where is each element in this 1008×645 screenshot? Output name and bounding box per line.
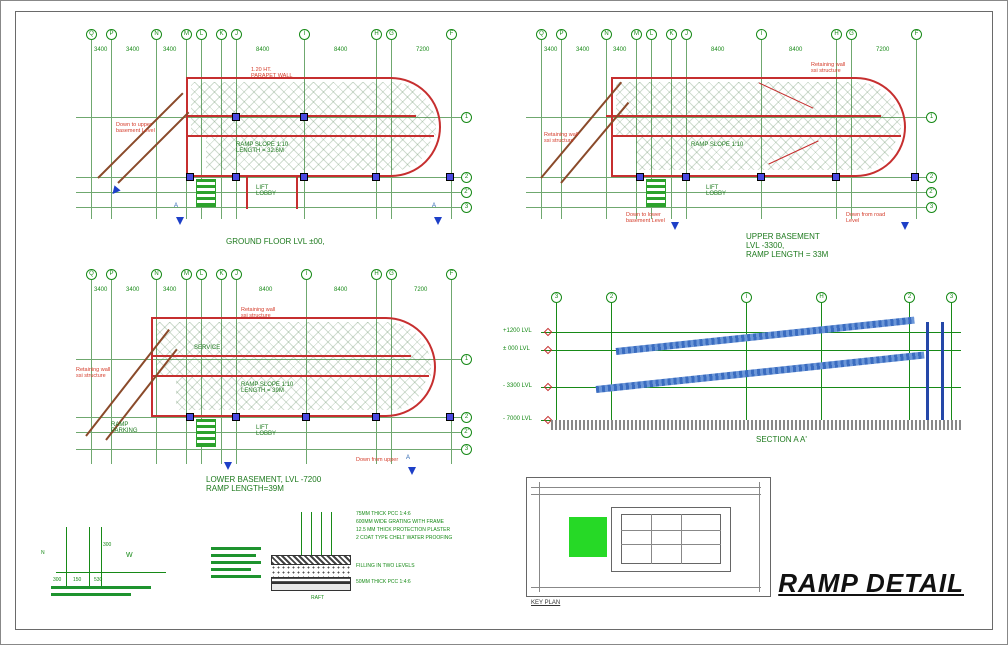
grid-bubble: G — [386, 29, 397, 40]
room-lift-lobby: LIFT LOBBY — [706, 185, 726, 197]
level-label: +1200 LVL — [503, 328, 532, 334]
plan-ground-floor: Q P N M L K J I H G F 3400 3400 3400 840… — [56, 27, 476, 257]
grid-bubble: L — [196, 29, 207, 40]
detail-label: 12.5 MM THICK PROTECTION PLASTER — [356, 527, 450, 533]
drawing-sheet: Q P N M L K J I H G F 3400 3400 3400 840… — [15, 11, 993, 630]
plan-upper-basement: Q P N M L K J I H G F 3400 3400 3400 840… — [506, 27, 946, 257]
north-arrow: N — [41, 550, 45, 556]
sheet-title: RAMP DETAIL — [778, 568, 964, 599]
detail-label: 2 COAT TYPE CHELT WATER PROOFING — [356, 535, 452, 541]
detail-label: FILLING IN TWO LEVELS — [356, 563, 415, 569]
dim: 3400 — [163, 47, 176, 53]
note-retaining: Retaining wall ssi structure — [241, 307, 275, 319]
grid-bubble: H — [371, 29, 382, 40]
dim: 8400 — [256, 47, 269, 53]
grid-bubble: Q — [86, 29, 97, 40]
dim: 300 — [103, 542, 111, 548]
plan-title: UPPER BASEMENT LVL -3300, RAMP LENGTH = … — [746, 232, 828, 259]
note-retaining: Retaining wall ssi structure — [811, 62, 845, 74]
dim: 8400 — [334, 47, 347, 53]
detail-ramp-section: 75MM THICK PCC 1:4:6 600MM WIDE GRATING … — [211, 507, 501, 617]
section-mark: A — [174, 203, 178, 209]
detail-left: 300 300 150 530 W N — [41, 522, 191, 612]
grid-row-bubble: 2 — [461, 172, 472, 183]
level-label: - 3300 LVL — [503, 383, 532, 389]
note-down1: Down to lower basement Level — [626, 212, 665, 224]
detail-label: RAFT — [311, 595, 324, 601]
dim: 3400 — [94, 47, 107, 53]
service-label: SERVICE — [194, 345, 220, 351]
grid-row-bubble: 2' — [461, 187, 472, 198]
ramp-slope: RAMP SLOPE 1:10 — [691, 142, 743, 148]
level-label: - 7000 LVL — [503, 416, 532, 422]
grid-bubble: M — [181, 29, 192, 40]
keyplan-title: KEY PLAN — [531, 600, 560, 606]
grid-bubble: N — [151, 29, 162, 40]
ramp-parking: RAMP PARKING — [111, 422, 138, 434]
plan-title: LOWER BASEMENT, LVL -7200 RAMP LENGTH=39… — [206, 475, 321, 493]
grid-row-bubble: 3 — [461, 202, 472, 213]
room-lift-lobby: LIFT LOBBY — [256, 185, 276, 197]
note-retaining-2: Retaining wall ssi structure — [544, 132, 578, 144]
grid-row-bubble: 1 — [461, 112, 472, 123]
grid-bubble: J — [231, 29, 242, 40]
keyplan: KEY PLAN — [521, 472, 781, 617]
grid-bubble: K — [216, 29, 227, 40]
detail-label: 50MM THICK PCC 1:4:6 — [356, 579, 411, 585]
detail-label: 600MM WIDE GRATING WITH FRAME — [356, 519, 444, 525]
level-label: ± 000 LVL — [503, 346, 530, 352]
grid-bubble: P — [106, 29, 117, 40]
grid-bubble: I — [299, 29, 310, 40]
note-down: Down to upper basement Level — [116, 122, 155, 134]
plan-title: GROUND FLOOR LVL ±00, — [226, 237, 325, 246]
detail-label: 75MM THICK PCC 1:4:6 — [356, 511, 411, 517]
ramp-slope: RAMP SLOPE 1:10 LENGTH = 32.6M — [236, 142, 288, 154]
grid-bubble: F — [446, 29, 457, 40]
w-label: W — [126, 552, 133, 559]
section-title: SECTION A A' — [756, 435, 807, 444]
ramp-slope: RAMP SLOPE 1:10 LENGTH = 39M — [241, 382, 293, 394]
dim: 7200 — [416, 47, 429, 53]
dim: 3400 — [126, 47, 139, 53]
section-aa: 3 2 I H 2 3 +1200 LVL ± 000 LVL - 3300 L… — [501, 292, 971, 462]
note-down2: Down from road Level — [846, 212, 885, 224]
note-parapet: 1.20 HT. PARAPET WALL — [251, 67, 292, 79]
section-mark: A — [432, 203, 436, 209]
note-down: Down from upper — [356, 457, 398, 463]
plan-lower-basement: Q P N M L K J I H G F 3400 3400 3400 840… — [56, 267, 486, 497]
